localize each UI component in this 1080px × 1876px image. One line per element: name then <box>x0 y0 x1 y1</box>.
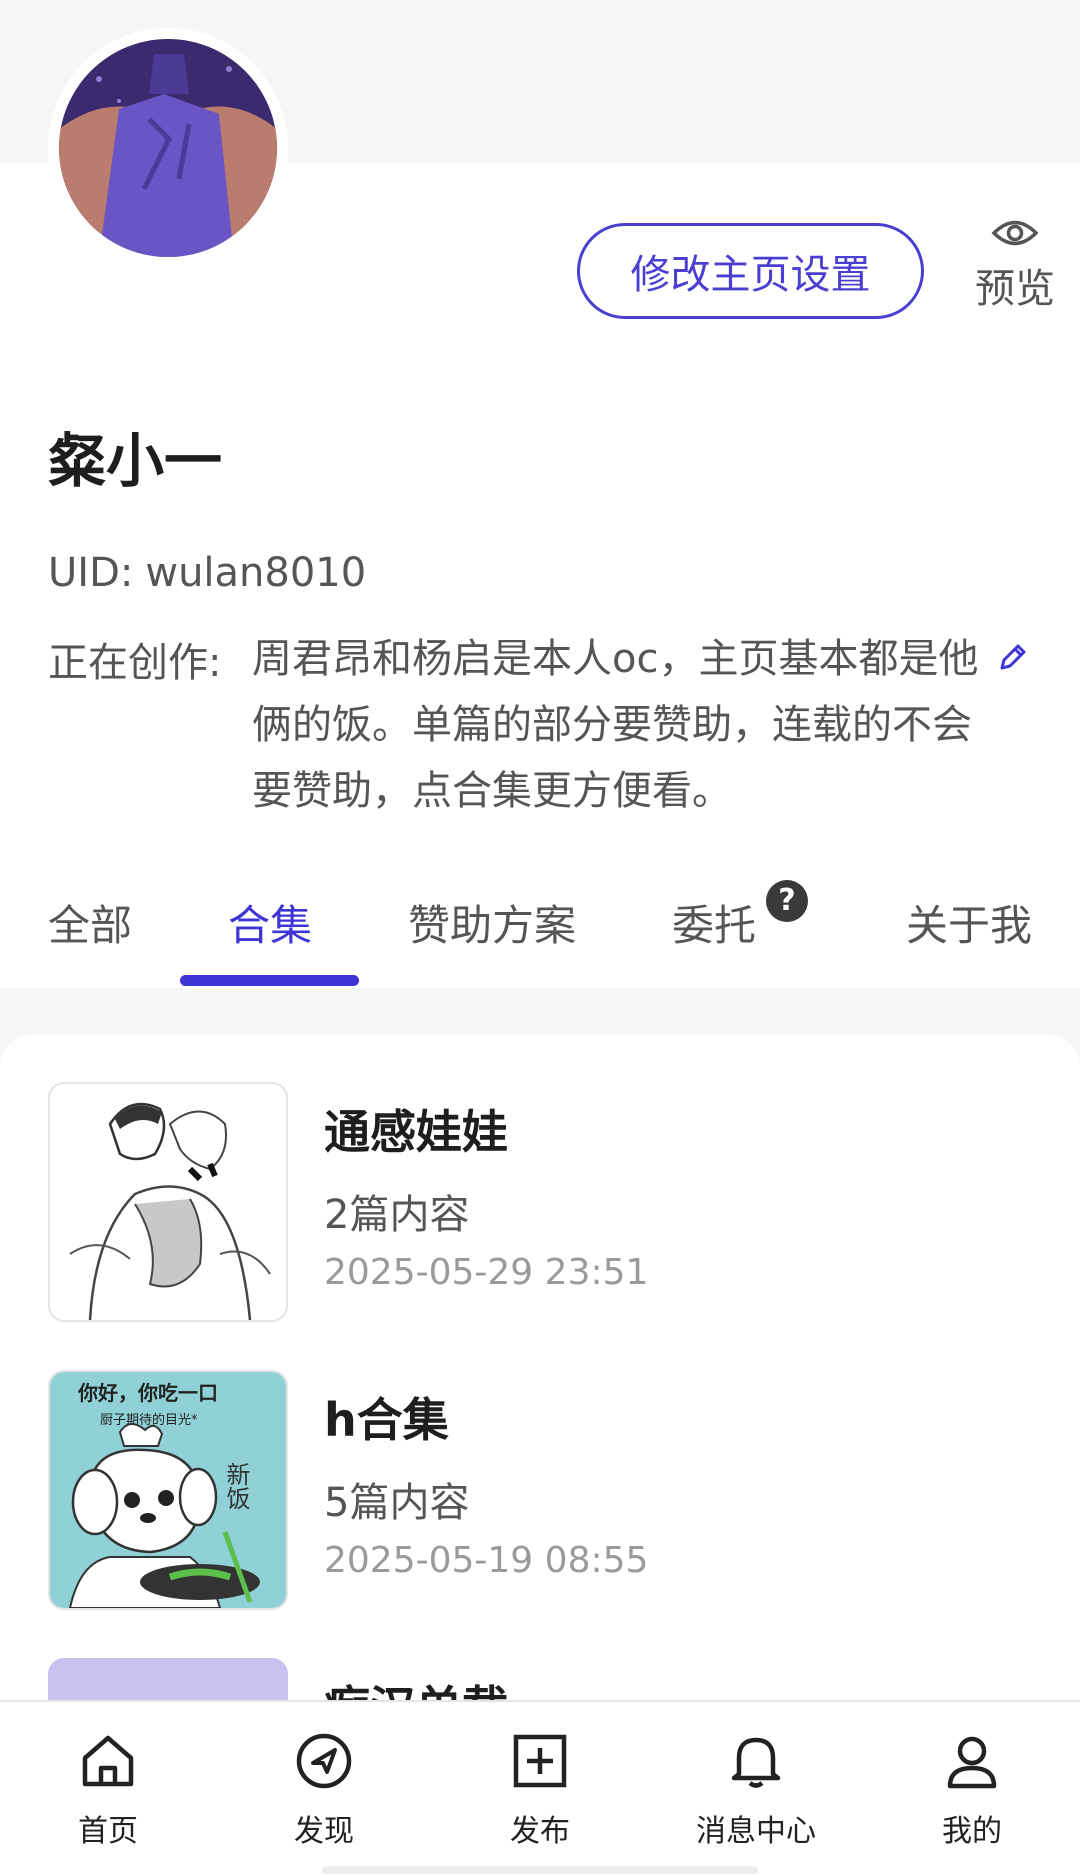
username: 粲小一 <box>48 427 223 495</box>
nav-discover-label: 发现 <box>294 1814 354 1849</box>
uid-label: UID: <box>48 550 134 596</box>
tab-about-me[interactable]: 关于我 <box>906 892 1032 953</box>
collection-date: 2025-05-19 08:55 <box>324 1540 649 1581</box>
profile-tabs: 全部 合集 赞助方案 委托 关于我 <box>0 880 1080 990</box>
collection-list: 通感娃娃 2篇内容 2025-05-29 23:51 你好，你吃一口 厨子期待的… <box>0 1034 1080 1734</box>
home-indicator[interactable] <box>322 1866 758 1874</box>
collection-count: 5篇内容 <box>324 1480 470 1526</box>
thumbnail-caption-line1: 你好，你吃一口 <box>77 1381 218 1405</box>
nav-publish[interactable]: 发布 <box>450 1730 630 1850</box>
tab-sponsorship-plans[interactable]: 赞助方案 <box>408 892 576 953</box>
thumbnail-caption-line2: 厨子期待的目光* <box>100 1412 198 1428</box>
edit-profile-settings-button[interactable]: 修改主页设置 <box>577 223 924 319</box>
bell-icon <box>731 1737 781 1788</box>
collection-thumbnail <box>48 1082 288 1322</box>
pencil-icon[interactable] <box>996 640 1030 678</box>
nav-discover[interactable]: 发现 <box>234 1730 414 1850</box>
nav-publish-label: 发布 <box>510 1814 570 1849</box>
avatar[interactable] <box>48 28 288 268</box>
creating-label: 正在创作: <box>48 640 222 686</box>
help-question-icon[interactable]: ? <box>766 880 808 922</box>
user-icon <box>947 1736 997 1789</box>
preview-label: 预览 <box>975 266 1055 312</box>
eye-icon <box>991 220 1039 246</box>
uid-value: wulan8010 <box>145 550 367 596</box>
collection-date: 2025-05-29 23:51 <box>324 1252 649 1293</box>
creating-description: 周君昂和杨启是本人oc，主页基本都是他俩的饭。单篇的部分要赞助，连载的不会要赞助… <box>252 636 979 814</box>
thumbnail-side-text: 新饭 <box>222 1462 250 1510</box>
nav-home-label: 首页 <box>78 1814 138 1849</box>
tab-all[interactable]: 全部 <box>48 892 132 953</box>
collection-item[interactable]: 你好，你吃一口 厨子期待的目光* 新饭 h合集 5篇内容 2025-05-19 … <box>48 1370 1048 1610</box>
collection-title: 通感娃娃 <box>324 1105 508 1159</box>
plus-square-icon <box>513 1734 567 1788</box>
collection-count: 2篇内容 <box>324 1192 470 1238</box>
nav-messages[interactable]: 消息中心 <box>666 1730 846 1850</box>
nav-mine-label: 我的 <box>942 1814 1002 1849</box>
active-tab-indicator <box>180 975 359 986</box>
bottom-navigation: 首页 发现 发布 消息中心 我的 <box>0 1700 1080 1876</box>
preview-button[interactable]: 预览 <box>965 216 1065 314</box>
tab-commission[interactable]: 委托 <box>672 892 756 953</box>
collection-title: h合集 <box>324 1393 449 1447</box>
home-icon <box>82 1735 134 1787</box>
uid-line: UID: wulan8010 <box>48 550 366 596</box>
nav-home[interactable]: 首页 <box>18 1730 198 1850</box>
compass-icon <box>296 1733 352 1789</box>
collection-item[interactable]: 通感娃娃 2篇内容 2025-05-29 23:51 <box>48 1082 1048 1322</box>
collection-thumbnail: 你好，你吃一口 厨子期待的目光* 新饭 <box>48 1370 288 1610</box>
avatar-image <box>59 39 277 257</box>
nav-messages-label: 消息中心 <box>696 1814 816 1849</box>
tab-collections[interactable]: 合集 <box>228 892 312 953</box>
nav-mine[interactable]: 我的 <box>882 1730 1062 1850</box>
